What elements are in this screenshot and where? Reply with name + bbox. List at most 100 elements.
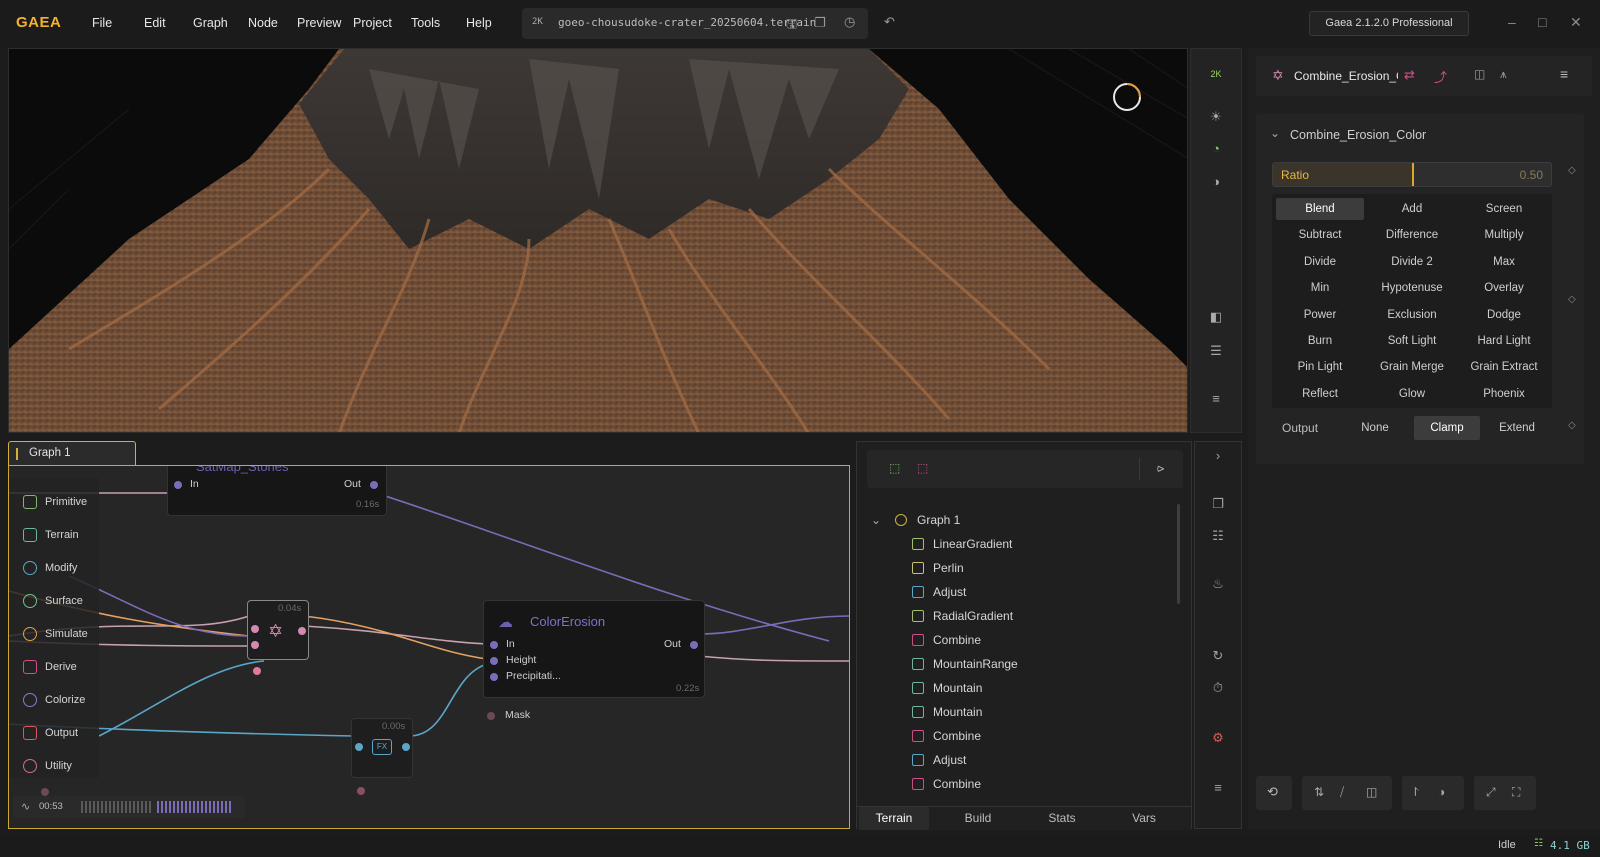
blend-mode-power[interactable]: Power [1276,304,1364,326]
palette-surface[interactable]: Surface [9,587,97,617]
tab-terrain[interactable]: Terrain [859,807,929,830]
file-name[interactable]: goeo-chousudoke-crater_20250604.terrain [558,16,816,29]
palette-simulate[interactable]: Simulate [9,620,97,650]
blend-mode-divide[interactable]: Divide [1276,251,1364,273]
node-graph[interactable]: SatMap_Stones In Out 0.16s 0.04s ✡ 0.00s… [8,465,850,829]
node-fx[interactable]: 0.00s FX [351,718,413,795]
ratio-slider[interactable]: Ratio 0.50 [1272,162,1552,187]
tree-item[interactable]: LinearGradient [857,532,1177,556]
tree-item[interactable]: Mountain [857,676,1177,700]
blend-mode-reflect[interactable]: Reflect [1276,383,1364,405]
slope-icon[interactable]: ⧸ [1340,785,1344,800]
output-clamp[interactable]: Clamp [1414,416,1480,440]
minimize-icon[interactable]: – [1508,14,1516,30]
tree-item[interactable]: Perlin [857,556,1177,580]
menu-graph[interactable]: Graph [193,16,228,30]
menu-help[interactable]: Help [466,16,492,30]
ratio-handle[interactable] [1412,163,1414,186]
maximize-icon[interactable]: □ [1538,14,1546,30]
node-name[interactable]: Combine_Erosion_Co [1294,69,1398,83]
swap-icon[interactable]: ⇄ [1404,67,1415,83]
tree-item[interactable]: Adjust [857,580,1177,604]
tree-root[interactable]: ⌄ Graph 1 [857,508,1177,532]
tree-scrollbar[interactable] [1177,504,1180,604]
chevron-right-icon[interactable]: › [1195,448,1241,463]
flame-icon[interactable]: ♨ [1195,576,1241,592]
blend-mode-exclusion[interactable]: Exclusion [1368,304,1456,326]
blend-mode-phoenix[interactable]: Phoenix [1460,383,1548,405]
blend-mode-grain-extract[interactable]: Grain Extract [1460,356,1548,378]
menu-preview[interactable]: Preview [297,16,341,30]
blend-mode-soft-light[interactable]: Soft Light [1368,330,1456,352]
close-icon[interactable]: ✕ [1570,14,1582,31]
redo-icon[interactable]: ↻ [1195,648,1241,664]
resolution-badge[interactable]: 2K [1191,69,1241,79]
hamburger-icon[interactable]: ≡ [1560,66,1568,82]
blend-mode-pin-light[interactable]: Pin Light [1276,356,1364,378]
tree-item[interactable]: Combine [857,628,1177,652]
chevron-down-icon[interactable]: ⌄ [1270,126,1280,140]
fullscreen-icon[interactable]: ⛶ [1512,785,1520,800]
preview-icon[interactable]: ◫ [1474,67,1485,81]
node-satmap-stones[interactable]: SatMap_Stones In Out 0.16s [167,466,387,516]
keyframe-diamond-icon[interactable]: ◇ [1568,294,1576,305]
menu-node[interactable]: Node [248,16,278,30]
probe-icon[interactable]: ⨡ [1414,785,1419,800]
menu-file[interactable]: File [92,16,112,30]
tree-item[interactable]: Combine [857,772,1177,796]
tree-item[interactable]: RadialGradient [857,604,1177,628]
blend-mode-difference[interactable]: Difference [1368,224,1456,246]
terrain-viewport[interactable] [8,48,1188,433]
side-menu-icon[interactable]: ≡ [1195,780,1241,795]
node-combine[interactable]: 0.04s ✡ [247,600,309,675]
blend-mode-multiply[interactable]: Multiply [1460,224,1548,246]
hierarchy-icon[interactable]: ☷ [1195,528,1241,544]
copy-icon[interactable]: ❐ [814,15,826,31]
blend-mode-screen[interactable]: Screen [1460,198,1548,220]
keyframe-diamond-icon[interactable]: ◇ [1568,165,1576,176]
blend-mode-glow[interactable]: Glow [1368,383,1456,405]
mask-icon[interactable]: ◑ [1438,785,1445,799]
plugin-icon[interactable]: ⚙ [1195,730,1241,746]
output-extend[interactable]: Extend [1484,416,1550,440]
split-view-icon[interactable]: ◧ [1191,309,1241,325]
tree-item[interactable]: Mountain [857,700,1177,724]
palette-utility[interactable]: Utility [9,752,97,782]
blend-mode-blend[interactable]: Blend [1276,198,1364,220]
node-color-erosion[interactable]: ☁ ColorErosion In Height Precipitati... … [483,600,705,698]
flip-icon[interactable]: ⇅ [1314,785,1324,799]
blend-mode-add[interactable]: Add [1368,198,1456,220]
select-all-icon[interactable]: ⬚ [889,461,900,475]
blend-mode-subtract[interactable]: Subtract [1276,224,1364,246]
blend-mode-hypotenuse[interactable]: Hypotenuse [1368,277,1456,299]
undo-icon[interactable]: ↶ [884,14,895,30]
timer-icon[interactable]: ⏱ [1195,680,1241,696]
output-none[interactable]: None [1342,416,1408,440]
palette-modify[interactable]: Modify [9,554,97,584]
palette-primitive[interactable]: Primitive [9,488,97,518]
menu-tools[interactable]: Tools [411,16,440,30]
contrast-icon[interactable]: ◑ [1191,174,1241,189]
mirror-icon[interactable]: ◫ [1366,785,1377,799]
sun-icon[interactable]: ☀ [1191,109,1241,125]
blend-mode-grain-merge[interactable]: Grain Merge [1368,356,1456,378]
tab-vars[interactable]: Vars [1109,807,1179,830]
blend-mode-overlay[interactable]: Overlay [1460,277,1548,299]
save-icon[interactable]: 🖫 [786,15,797,37]
menu-project[interactable]: Project [353,16,392,30]
tree-item[interactable]: Combine [857,724,1177,748]
loop-button[interactable]: ⟲ [1256,776,1292,810]
sphere-icon[interactable]: ◔ [1191,141,1241,156]
tab-graph-1[interactable]: Graph 1 [8,441,136,465]
tab-build[interactable]: Build [943,807,1013,830]
palette-colorize[interactable]: Colorize [9,686,97,716]
palette-output[interactable]: Output [9,719,97,749]
tree-item[interactable]: Adjust [857,748,1177,772]
menu-edit[interactable]: Edit [144,16,166,30]
viewport-menu-icon[interactable]: ≡ [1191,391,1241,406]
blend-mode-divide-2[interactable]: Divide 2 [1368,251,1456,273]
palette-terrain[interactable]: Terrain [9,521,97,551]
blend-mode-hard-light[interactable]: Hard Light [1460,330,1548,352]
blend-mode-burn[interactable]: Burn [1276,330,1364,352]
layout-icon[interactable]: ☰ [1191,343,1241,359]
